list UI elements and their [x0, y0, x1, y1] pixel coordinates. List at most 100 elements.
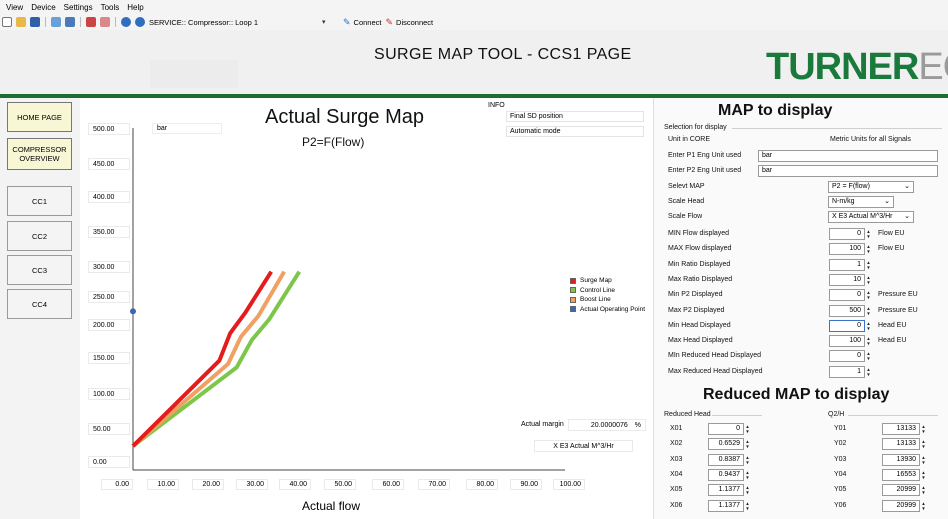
reduced-y-value[interactable]: 13133	[882, 438, 920, 450]
connect-icon: ✎	[343, 16, 351, 27]
spin-arrows-icon[interactable]: ▲ ▼	[865, 274, 872, 286]
reduced-y-value[interactable]: 16553	[882, 469, 920, 481]
range-row-value[interactable]: 1	[829, 259, 865, 271]
spin-arrows-icon[interactable]: ▲ ▼	[920, 423, 927, 435]
spin-arrows-icon[interactable]: ▲ ▼	[920, 438, 927, 450]
reduced-y-stepper[interactable]: 13930 ▲ ▼	[882, 454, 927, 466]
range-row-stepper[interactable]: 1 ▲ ▼	[829, 366, 872, 378]
back-icon[interactable]	[121, 17, 131, 27]
spin-arrows-icon[interactable]: ▲ ▼	[744, 500, 751, 512]
reduced-x-value[interactable]: 0.8387	[708, 454, 744, 466]
reduced-x-stepper[interactable]: 0.6529 ▲ ▼	[708, 438, 751, 450]
nav-cc4[interactable]: CC4	[7, 289, 72, 319]
screen-icon[interactable]	[65, 17, 75, 27]
grid-icon[interactable]	[100, 17, 110, 27]
reduced-x-value[interactable]: 1.1377	[708, 484, 744, 496]
spin-arrows-icon[interactable]: ▲ ▼	[865, 243, 872, 255]
reduced-x-value[interactable]: 0.9437	[708, 469, 744, 481]
spin-arrows-icon[interactable]: ▲ ▼	[744, 454, 751, 466]
range-row-value[interactable]: 0	[829, 228, 865, 240]
save-icon[interactable]	[30, 17, 40, 27]
range-row-stepper[interactable]: 0 ▲ ▼	[829, 350, 872, 362]
x-tick-label: 80.00	[466, 479, 498, 490]
reduced-y-stepper[interactable]: 13133 ▲ ▼	[882, 438, 927, 450]
menu-tools[interactable]: Tools	[101, 3, 120, 12]
spin-arrows-icon[interactable]: ▲ ▼	[920, 454, 927, 466]
device-icon[interactable]	[51, 17, 61, 27]
range-row-value[interactable]: 0	[829, 320, 865, 332]
reduced-x-value[interactable]: 0.6529	[708, 438, 744, 450]
reduced-x-value[interactable]: 0	[708, 423, 744, 435]
menu-settings[interactable]: Settings	[64, 3, 93, 12]
range-row-stepper[interactable]: 0 ▲ ▼	[829, 289, 872, 301]
p2-unit-input[interactable]: bar	[758, 165, 938, 177]
y-tick-label: 100.00	[88, 388, 130, 400]
range-row-stepper[interactable]: 100 ▲ ▼	[829, 243, 872, 255]
spin-arrows-icon[interactable]: ▲ ▼	[865, 228, 872, 240]
range-row-stepper[interactable]: 0 ▲ ▼	[829, 320, 872, 332]
spin-arrows-icon[interactable]: ▲ ▼	[744, 484, 751, 496]
reduced-y-stepper[interactable]: 13133 ▲ ▼	[882, 423, 927, 435]
spin-arrows-icon[interactable]: ▲ ▼	[920, 484, 927, 496]
range-row-value[interactable]: 10	[829, 274, 865, 286]
connect-button[interactable]: ✎ Connect	[343, 17, 381, 28]
reduced-x-stepper[interactable]: 1.1377 ▲ ▼	[708, 500, 751, 512]
forward-icon[interactable]	[135, 17, 145, 27]
menu-help[interactable]: Help	[127, 3, 143, 12]
select-map-dropdown[interactable]: P2 = F(flow) ⌄	[828, 181, 914, 193]
range-row-stepper[interactable]: 1 ▲ ▼	[829, 259, 872, 271]
reduced-y-stepper[interactable]: 20999 ▲ ▼	[882, 484, 927, 496]
spin-arrows-icon[interactable]: ▲ ▼	[865, 289, 872, 301]
scale-head-dropdown[interactable]: N-m/kg ⌄	[828, 196, 894, 208]
disconnect-button[interactable]: ✎ Disconnect	[385, 17, 433, 28]
reduced-y-stepper[interactable]: 20999 ▲ ▼	[882, 500, 927, 512]
chevron-down-icon: ⌄	[904, 183, 910, 190]
reduced-x-stepper[interactable]: 0.9437 ▲ ▼	[708, 469, 751, 481]
range-row-value[interactable]: 0	[829, 350, 865, 362]
range-row-stepper[interactable]: 10 ▲ ▼	[829, 274, 872, 286]
range-row-value[interactable]: 100	[829, 243, 865, 255]
window-icon[interactable]	[86, 17, 96, 27]
nav-cc3[interactable]: CC3	[7, 255, 72, 285]
spin-arrows-icon[interactable]: ▲ ▼	[744, 469, 751, 481]
range-row-stepper[interactable]: 500 ▲ ▼	[829, 305, 872, 317]
range-row-value[interactable]: 500	[829, 305, 865, 317]
range-row-stepper[interactable]: 0 ▲ ▼	[829, 228, 872, 240]
p1-unit-input[interactable]: bar	[758, 150, 938, 162]
reduced-y-value[interactable]: 20999	[882, 484, 920, 496]
reduced-x-stepper[interactable]: 1.1377 ▲ ▼	[708, 484, 751, 496]
reduced-x-stepper[interactable]: 0 ▲ ▼	[708, 423, 751, 435]
reduced-y-value[interactable]: 20999	[882, 500, 920, 512]
reduced-y-value[interactable]: 13133	[882, 423, 920, 435]
range-row-value[interactable]: 1	[829, 366, 865, 378]
nav-cc1[interactable]: CC1	[7, 186, 72, 216]
chevron-down-icon[interactable]: ▾	[322, 18, 326, 26]
service-combo[interactable]: SERVICE:: Compressor:: Loop 1 ▾	[149, 18, 339, 27]
range-row-value[interactable]: 100	[829, 335, 865, 347]
spin-arrows-icon[interactable]: ▲ ▼	[865, 320, 872, 332]
spin-arrows-icon[interactable]: ▲ ▼	[744, 438, 751, 450]
nav-cc2[interactable]: CC2	[7, 221, 72, 251]
reduced-y-value[interactable]: 13930	[882, 454, 920, 466]
reduced-y-stepper[interactable]: 16553 ▲ ▼	[882, 469, 927, 481]
nav-compressor-overview[interactable]: COMPRESSOR OVERVIEW	[7, 138, 72, 170]
reduced-head-group-line	[712, 415, 762, 416]
spin-arrows-icon[interactable]: ▲ ▼	[744, 423, 751, 435]
spin-arrows-icon[interactable]: ▲ ▼	[865, 259, 872, 271]
spin-arrows-icon[interactable]: ▲ ▼	[920, 500, 927, 512]
reduced-x-stepper[interactable]: 0.8387 ▲ ▼	[708, 454, 751, 466]
spin-arrows-icon[interactable]: ▲ ▼	[865, 305, 872, 317]
spin-arrows-icon[interactable]: ▲ ▼	[865, 366, 872, 378]
open-folder-icon[interactable]	[16, 17, 26, 27]
reduced-x-value[interactable]: 1.1377	[708, 500, 744, 512]
range-row-value[interactable]: 0	[829, 289, 865, 301]
spin-arrows-icon[interactable]: ▲ ▼	[865, 350, 872, 362]
nav-home-page[interactable]: HOME PAGE	[7, 102, 72, 132]
menu-view[interactable]: View	[6, 3, 23, 12]
spin-arrows-icon[interactable]: ▲ ▼	[920, 469, 927, 481]
menu-device[interactable]: Device	[31, 3, 55, 12]
range-row-stepper[interactable]: 100 ▲ ▼	[829, 335, 872, 347]
scale-flow-dropdown[interactable]: X E3 Actual M^3/Hr ⌄	[828, 211, 914, 223]
spin-arrows-icon[interactable]: ▲ ▼	[865, 335, 872, 347]
new-file-icon[interactable]	[2, 17, 12, 27]
